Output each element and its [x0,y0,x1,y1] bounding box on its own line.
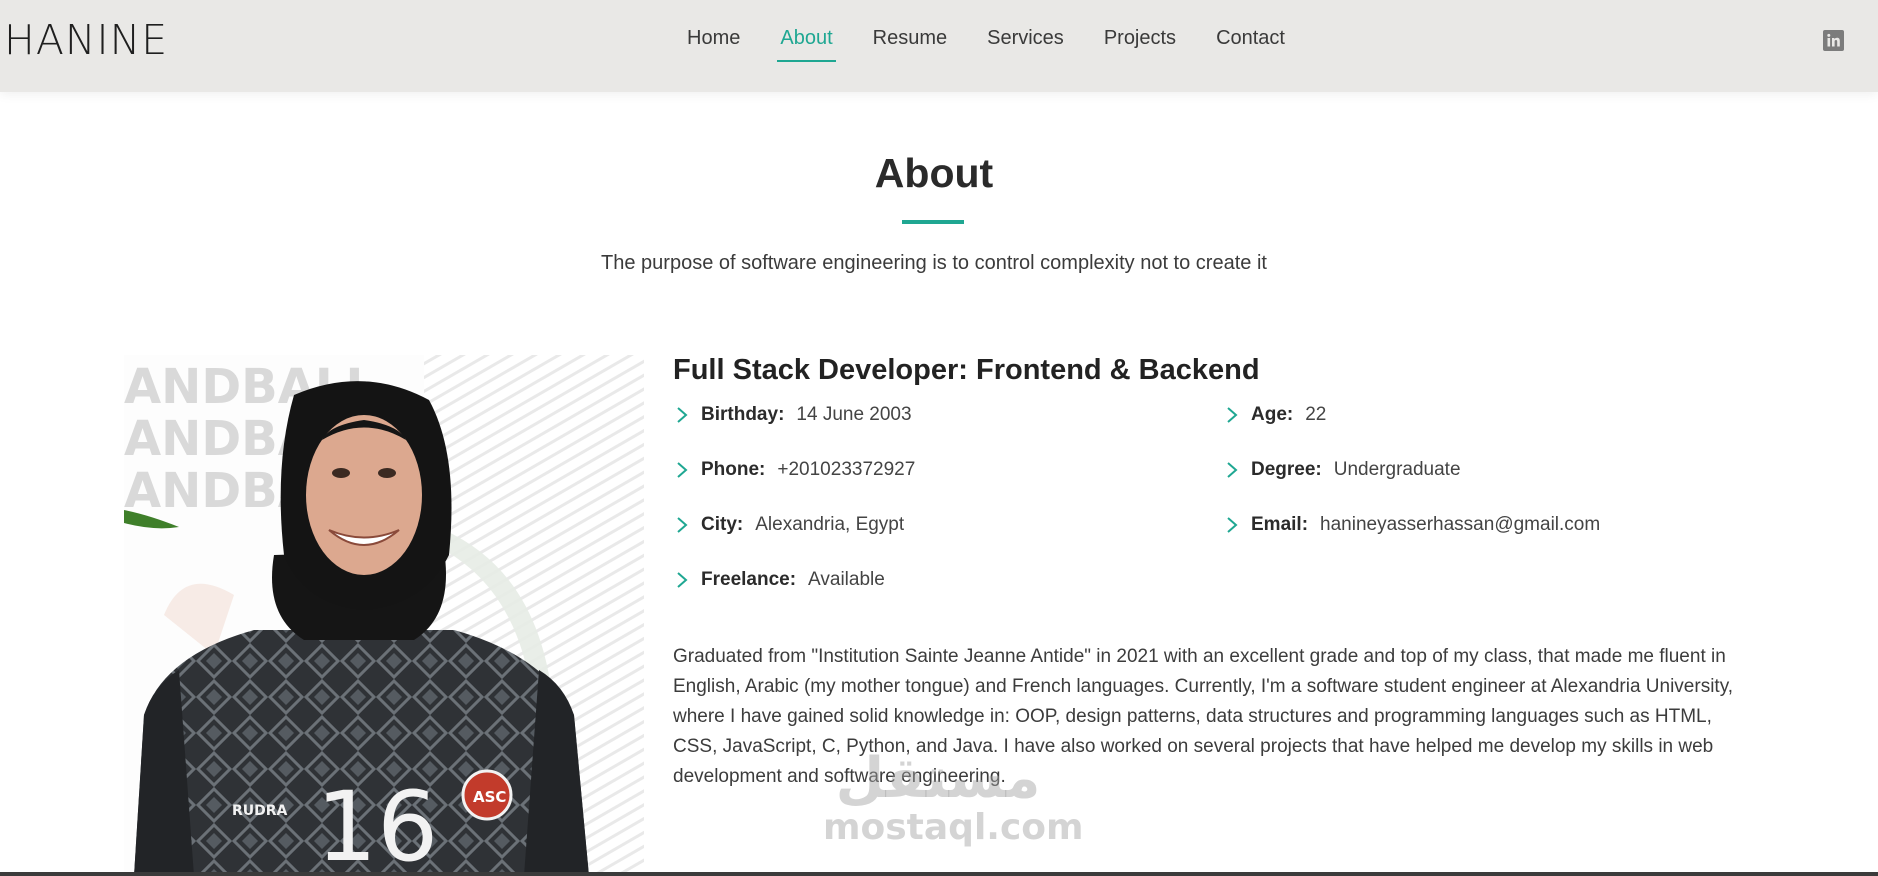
jersey-number: 16 [316,771,438,876]
chevron-right-icon [677,517,688,533]
info-city: City: Alexandria, Egypt [675,514,904,536]
info-value[interactable]: hanineyasserhassan@gmail.com [1320,514,1600,536]
info-value: Alexandria, Egypt [755,514,905,535]
section-title: About [874,150,994,196]
nav-home[interactable]: Home [687,27,740,62]
main-nav: Home About Resume Services Projects Cont… [687,27,1285,62]
info-label: Age: [1251,404,1294,425]
chevron-right-icon [677,462,688,478]
nav-about[interactable]: About [777,27,836,62]
chevron-right-icon [1227,407,1238,423]
section-subtitle: The purpose of software engineering is t… [601,252,1267,274]
chevron-right-icon [677,407,688,423]
club-badge: ASC [473,788,506,806]
info-label: City: [701,514,744,535]
linkedin-glyph [1827,33,1840,47]
info-freelance: Freelance: Available [675,569,885,591]
nav-contact[interactable]: Contact [1216,27,1285,62]
info-phone: Phone: +201023372927 [675,459,915,481]
info-label: Phone: [701,459,766,480]
linkedin-icon[interactable] [1823,30,1844,51]
nav-projects[interactable]: Projects [1104,27,1176,62]
info-label: Email: [1251,514,1309,535]
info-degree: Degree: Undergraduate [1225,459,1461,481]
info-value: 14 June 2003 [796,404,912,425]
profile-bio: Graduated from "Institution Sainte Jeann… [673,646,1734,787]
site-header: HANINE Home About Resume Services Projec… [0,0,1878,92]
site-logo[interactable]: HANINE [4,16,168,64]
info-label: Birthday: [701,404,785,425]
nav-resume[interactable]: Resume [873,27,947,62]
chevron-right-icon [1227,517,1238,533]
chevron-right-icon [1227,462,1238,478]
info-age: Age: 22 [1225,404,1326,426]
info-value: Undergraduate [1333,459,1461,480]
info-email: Email: hanineyasserhassan@gmail.com [1225,514,1600,536]
profile-photo: ANDBALL ANDBA ANDBA 16 RUDRA ASC [124,355,644,876]
info-value: +201023372927 [777,459,916,480]
info-birthday: Birthday: 14 June 2003 [675,404,912,426]
bottom-border [0,872,1878,876]
nav-services[interactable]: Services [987,27,1064,62]
watermark-latin: mostaql.com [823,807,1084,848]
info-label: Degree: [1251,459,1322,480]
info-value: 22 [1305,404,1327,425]
title-underline [902,220,964,224]
chevron-right-icon [677,572,688,588]
info-label: Freelance: [701,569,797,590]
jersey-sponsor: RUDRA [232,803,288,819]
profile-title: Full Stack Developer: Frontend & Backend [673,354,1260,386]
info-value: Available [808,569,885,590]
